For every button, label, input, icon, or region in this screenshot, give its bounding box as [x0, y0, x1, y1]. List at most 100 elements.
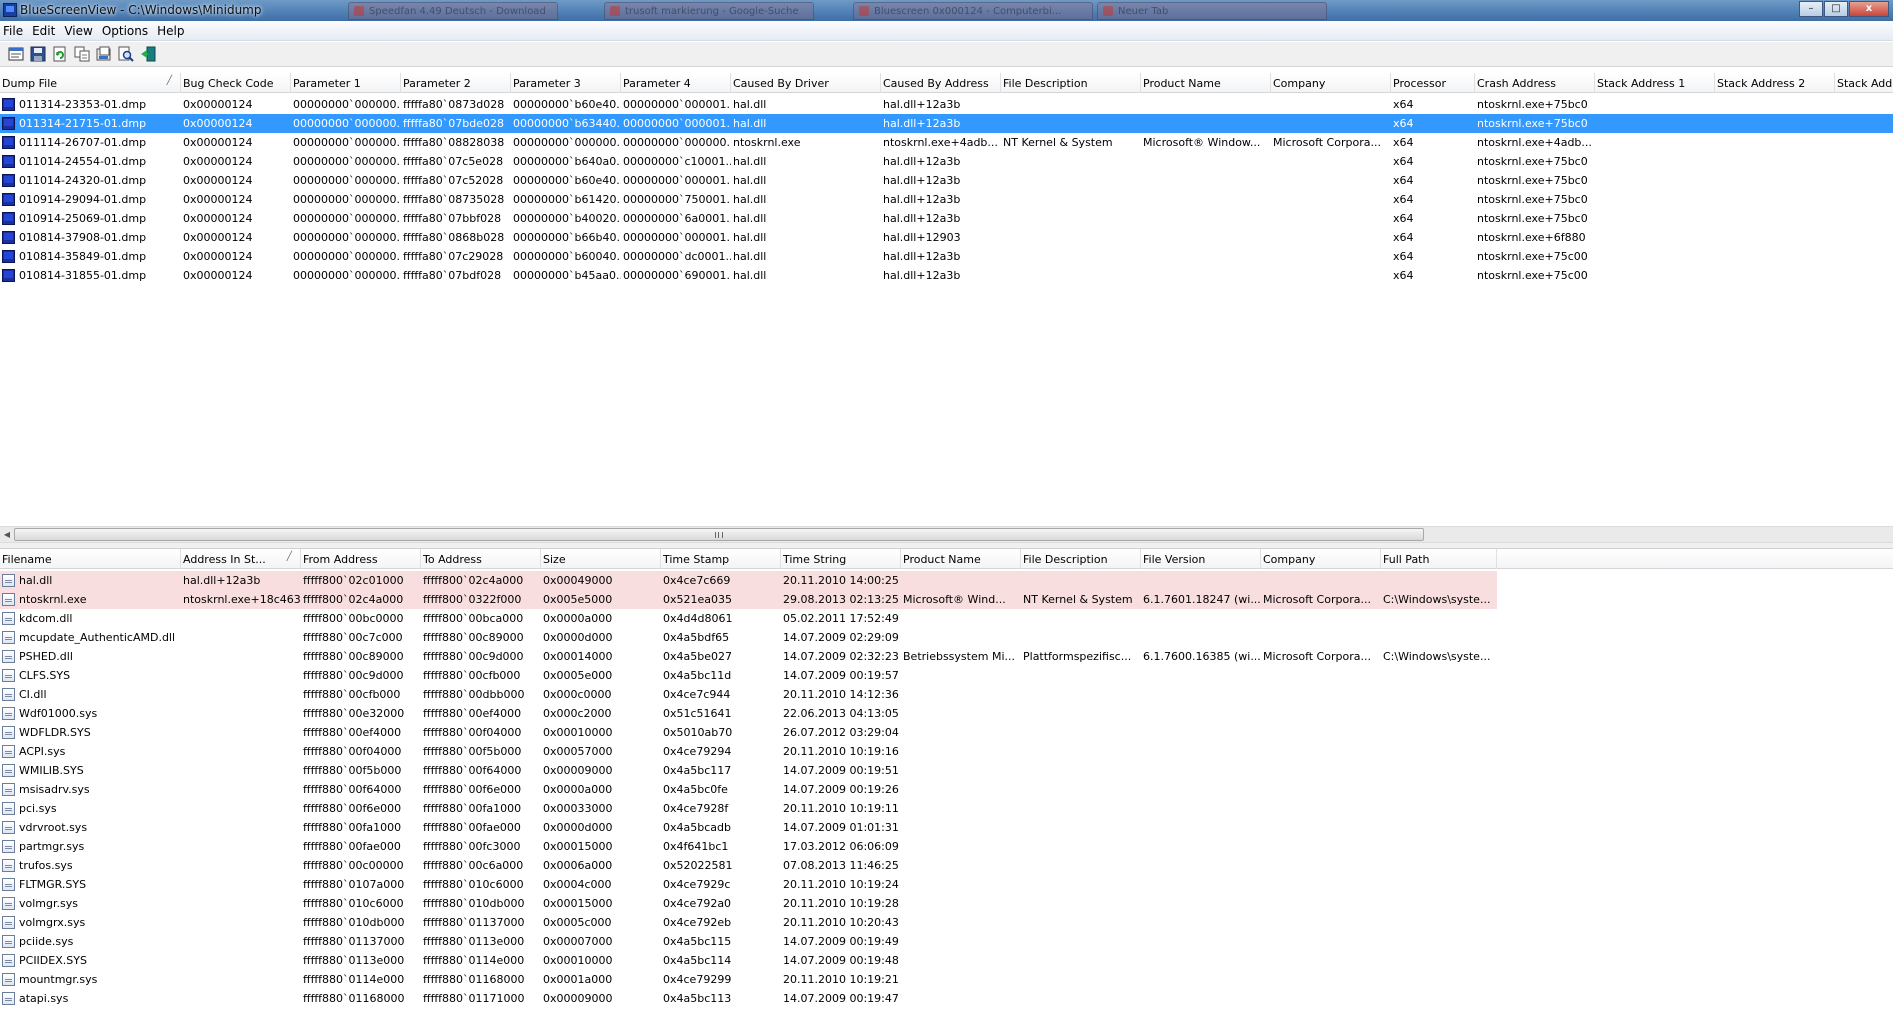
dump-row[interactable]: 010914-25069-01.dmp 0x00000124 00000000`00…	[0, 209, 1893, 228]
copy-button[interactable]	[71, 44, 93, 64]
driver-row[interactable]: pci.sys fffff880`00f6e000 fffff880`00fa100…	[0, 799, 1497, 818]
driver-row[interactable]: hal.dll hal.dll+12a3b fffff800`02c01000 fff…	[0, 571, 1497, 590]
driver-row[interactable]: msisadrv.sys fffff880`00f64000 fffff880`00…	[0, 780, 1497, 799]
dump-row[interactable]: 010814-35849-01.dmp 0x00000124 00000000`00…	[0, 247, 1893, 266]
driver-row[interactable]: CI.dll fffff880`00cfb000 fffff880`00dbb000…	[0, 685, 1497, 704]
close-button[interactable]: x	[1849, 1, 1889, 17]
driver-row[interactable]: Wdf01000.sys fffff880`00e32000 fffff880`00…	[0, 704, 1497, 723]
driver-col-address-in-st[interactable]: Address In St... ╱	[181, 549, 301, 569]
driver-col-file-description[interactable]: File Description	[1021, 549, 1141, 569]
dump-col-parameter-2[interactable]: Parameter 2	[401, 73, 511, 93]
menu-file[interactable]: File	[0, 21, 29, 41]
dump-col-file-description[interactable]: File Description	[1001, 73, 1141, 93]
background-browser-tab-4[interactable]: Neuer Tab	[1097, 2, 1327, 20]
driver-col-from-address[interactable]: From Address	[301, 549, 421, 569]
dump-col-crash-address[interactable]: Crash Address	[1475, 73, 1595, 93]
driver-list[interactable]: Filename Address In St... ╱ From Address To …	[0, 549, 1893, 1015]
driver-col-product-name[interactable]: Product Name	[901, 549, 1021, 569]
bluescreen-dump-icon	[2, 250, 15, 263]
menu-bar: File Edit View Options Help	[0, 21, 1893, 41]
driver-row[interactable]: FLTMGR.SYS fffff880`0107a000 fffff880`010c…	[0, 875, 1497, 894]
dump-row[interactable]: 011114-26707-01.dmp 0x00000124 00000000`00…	[0, 133, 1893, 152]
driver-col-file-version[interactable]: File Version	[1141, 549, 1261, 569]
driver-row[interactable]: CLFS.SYS fffff880`00c9d000 fffff880`00cfb0…	[0, 666, 1497, 685]
find-button[interactable]	[115, 44, 137, 64]
driver-file-icon	[2, 745, 15, 758]
cell-stack-address-1	[1595, 152, 1715, 171]
cell-product-name	[901, 837, 1021, 856]
save-button[interactable]	[27, 44, 49, 64]
scroll-left-arrow-icon[interactable]: ◀	[0, 527, 14, 543]
driver-row[interactable]: trufos.sys fffff880`00c00000 fffff880`00c6…	[0, 856, 1497, 875]
dump-col-product-name[interactable]: Product Name	[1141, 73, 1271, 93]
driver-col-company[interactable]: Company	[1261, 549, 1381, 569]
cell-bug-check-code: 0x00000124	[183, 117, 253, 130]
dump-row[interactable]: 010914-29094-01.dmp 0x00000124 00000000`00…	[0, 190, 1893, 209]
dump-col-parameter-1[interactable]: Parameter 1	[291, 73, 401, 93]
dump-row[interactable]: 011314-21715-01.dmp 0x00000124 00000000`00…	[0, 114, 1893, 133]
cell-stack-address-1	[1595, 266, 1715, 285]
driver-col-size[interactable]: Size	[541, 549, 661, 569]
driver-row[interactable]: PSHED.dll fffff880`00c89000 fffff880`00c9d…	[0, 647, 1497, 666]
dump-col-stack-address-1[interactable]: Stack Address 1	[1595, 73, 1715, 93]
dump-col-processor[interactable]: Processor	[1391, 73, 1475, 93]
background-browser-tab-3[interactable]: Bluescreen 0x000124 - Computerbi...	[853, 2, 1093, 20]
dump-row[interactable]: 011314-23353-01.dmp 0x00000124 00000000`00…	[0, 95, 1893, 114]
driver-col-time-string[interactable]: Time String	[781, 549, 901, 569]
menu-options[interactable]: Options	[99, 21, 154, 41]
exit-button[interactable]	[137, 44, 159, 64]
refresh-button[interactable]	[49, 44, 71, 64]
background-browser-tab-1[interactable]: Speedfan 4.49 Deutsch - Download	[348, 2, 558, 20]
driver-row[interactable]: atapi.sys fffff880`01168000 fffff880`01171…	[0, 989, 1497, 1008]
driver-col-to-address[interactable]: To Address	[421, 549, 541, 569]
dump-list-horizontal-scrollbar[interactable]: ◀	[0, 526, 1893, 543]
driver-row[interactable]: WDFLDR.SYS fffff880`00ef4000 fffff880`00f0…	[0, 723, 1497, 742]
driver-row[interactable]: mountmgr.sys fffff880`0114e000 fffff880`01…	[0, 970, 1497, 989]
cell-size: 0x0006a000	[543, 859, 613, 872]
driver-row[interactable]: pciide.sys fffff880`01137000 fffff880`0113…	[0, 932, 1497, 951]
dump-col-stack-addre[interactable]: Stack Addre	[1835, 73, 1893, 93]
dump-col-stack-address-2[interactable]: Stack Address 2	[1715, 73, 1835, 93]
menu-help[interactable]: Help	[154, 21, 190, 41]
driver-row[interactable]: PCIIDEX.SYS fffff880`0113e000 fffff880`011…	[0, 951, 1497, 970]
driver-col-filename[interactable]: Filename	[0, 549, 181, 569]
menu-view[interactable]: View	[61, 21, 98, 41]
dump-row[interactable]: 011014-24554-01.dmp 0x00000124 00000000`00…	[0, 152, 1893, 171]
dump-col-parameter-4[interactable]: Parameter 4	[621, 73, 731, 93]
properties-button[interactable]	[5, 44, 27, 64]
dump-list[interactable]: Dump File ╱ Bug Check Code Parameter 1 Param…	[0, 73, 1893, 526]
dump-row[interactable]: 010814-37908-01.dmp 0x00000124 00000000`00…	[0, 228, 1893, 247]
cell-bug-check-code: 0x00000124	[183, 269, 253, 282]
dump-col-parameter-3[interactable]: Parameter 3	[511, 73, 621, 93]
driver-row[interactable]: volmgr.sys fffff880`010c6000 fffff880`010d…	[0, 894, 1497, 913]
cell-time-stamp: 0x4a5be027	[663, 650, 732, 663]
minimize-button[interactable]: –	[1799, 1, 1823, 17]
driver-row[interactable]: ntoskrnl.exe ntoskrnl.exe+18c463 fffff800`…	[0, 590, 1497, 609]
html-report-button[interactable]	[93, 44, 115, 64]
dump-col-bug-check-code[interactable]: Bug Check Code	[181, 73, 291, 93]
dump-row[interactable]: 010814-31855-01.dmp 0x00000124 00000000`00…	[0, 266, 1893, 285]
driver-row[interactable]: mcupdate_AuthenticAMD.dll fffff880`00c7c0…	[0, 628, 1497, 647]
dump-col-caused-by-driver[interactable]: Caused By Driver	[731, 73, 881, 93]
cell-company	[1261, 913, 1381, 932]
cell-company	[1261, 837, 1381, 856]
driver-row[interactable]: WMILIB.SYS fffff880`00f5b000 fffff880`00f6…	[0, 761, 1497, 780]
driver-row[interactable]: vdrvroot.sys fffff880`00fa1000 fffff880`00…	[0, 818, 1497, 837]
dump-col-caused-by-address[interactable]: Caused By Address	[881, 73, 1001, 93]
driver-row[interactable]: partmgr.sys fffff880`00fae000 fffff880`00f…	[0, 837, 1497, 856]
dump-row[interactable]: 011014-24320-01.dmp 0x00000124 00000000`00…	[0, 171, 1893, 190]
cell-to-address: fffff880`00f64000	[423, 764, 522, 777]
driver-row[interactable]: kdcom.dll fffff800`00bc0000 fffff800`00bca…	[0, 609, 1497, 628]
maximize-button[interactable]: □	[1824, 1, 1848, 17]
driver-row[interactable]: ACPI.sys fffff880`00f04000 fffff880`00f5b0…	[0, 742, 1497, 761]
background-browser-tab-2[interactable]: trusoft markierung - Google-Suche	[604, 2, 814, 20]
scrollbar-thumb[interactable]	[14, 528, 1424, 541]
dump-col-company[interactable]: Company	[1271, 73, 1391, 93]
driver-row[interactable]: volmgrx.sys fffff880`010db000 fffff880`011…	[0, 913, 1497, 932]
driver-col-full-path[interactable]: Full Path	[1381, 549, 1497, 569]
cell-size: 0x0000a000	[543, 783, 613, 796]
menu-edit[interactable]: Edit	[29, 21, 61, 41]
column-header-label: Dump File	[2, 77, 58, 90]
dump-col-dump-file[interactable]: Dump File ╱	[0, 73, 181, 93]
driver-col-time-stamp[interactable]: Time Stamp	[661, 549, 781, 569]
